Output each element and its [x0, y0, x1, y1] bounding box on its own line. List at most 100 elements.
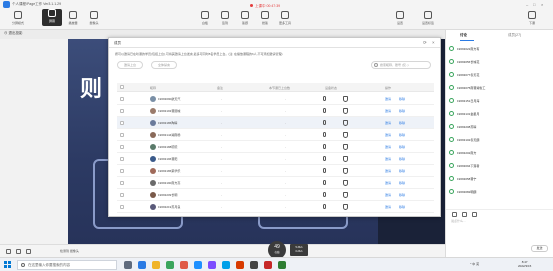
invite-link[interactable]: 邀请 — [385, 133, 391, 137]
camera-status-icon[interactable] — [343, 120, 348, 126]
invite-link[interactable]: 邀请 — [385, 193, 391, 197]
windows-start-icon[interactable] — [4, 261, 11, 268]
remove-link[interactable]: 移除 — [399, 121, 405, 125]
remove-link[interactable]: 移除 — [399, 145, 405, 149]
microphone-icon[interactable] — [323, 168, 326, 173]
emoji-icon[interactable] — [452, 212, 457, 217]
tool-split-screen[interactable]: 分屏模式 — [8, 11, 28, 25]
tool-settings[interactable]: 设置 — [390, 11, 410, 25]
list-item[interactable]: 19693131金星月 — [449, 109, 551, 119]
list-item[interactable]: 19693151日月海 — [449, 96, 551, 106]
list-item[interactable]: 19693077冬天花 — [449, 70, 551, 80]
tool-more[interactable]: 更多工具 — [275, 11, 295, 25]
minimize-icon[interactable]: – — [526, 2, 528, 7]
camera-status-icon[interactable] — [343, 96, 348, 102]
invite-stage-button[interactable]: 邀请上台 — [117, 61, 143, 69]
taskbar-search-input[interactable]: 在这里输入你要搜索的内容 — [17, 260, 117, 270]
select-all-checkbox[interactable] — [120, 85, 124, 89]
microphone-icon[interactable] — [323, 120, 326, 125]
list-item[interactable]: 19693075南晋湖省工 — [449, 83, 551, 93]
row-checkbox[interactable] — [120, 169, 124, 173]
row-checkbox[interactable] — [120, 205, 124, 209]
camera-status-icon[interactable] — [343, 180, 348, 186]
list-item[interactable]: 19693022南方有 — [449, 44, 551, 54]
list-item[interactable]: 19693056长城花 — [449, 57, 551, 67]
tool-camera[interactable]: 摄像头 — [84, 11, 104, 25]
tool-tag[interactable]: 设置标签 — [418, 11, 438, 25]
close-icon[interactable]: × — [541, 2, 543, 7]
app-icon[interactable] — [180, 261, 188, 269]
remove-link[interactable]: 移除 — [399, 97, 405, 101]
chat-input[interactable]: 说点什么… — [451, 219, 549, 241]
app-icon[interactable] — [264, 261, 272, 269]
tool-quiz[interactable]: 答题 — [235, 11, 255, 25]
microphone-icon[interactable] — [323, 192, 326, 197]
list-item[interactable]: 19693058晋宁 — [449, 174, 551, 184]
wechat-icon[interactable] — [166, 261, 174, 269]
microphone-icon[interactable] — [323, 144, 326, 149]
tool-player[interactable]: 播放器 — [63, 11, 83, 25]
camera-status-icon[interactable] — [343, 144, 348, 150]
taskbar-clock[interactable]: 8:47 2022/3/15 — [518, 260, 531, 268]
remove-link[interactable]: 移除 — [399, 157, 405, 161]
invite-link[interactable]: 邀请 — [385, 121, 391, 125]
tool-rush-answer[interactable]: 抢答 — [255, 11, 275, 25]
mute-all-button[interactable]: 全体禁言 — [151, 61, 177, 69]
invite-link[interactable]: 邀请 — [385, 97, 391, 101]
list-item[interactable]: 19693102冬天朗 — [449, 135, 551, 145]
microphone-icon[interactable] — [323, 156, 326, 161]
tool-signin[interactable]: 签到 — [215, 11, 235, 25]
maximize-icon[interactable]: □ — [533, 2, 535, 7]
browser-icon[interactable] — [194, 261, 202, 269]
task-view-icon[interactable] — [124, 261, 132, 269]
system-tray[interactable]: ^ 中 英 — [470, 262, 479, 266]
camera-status-icon[interactable] — [343, 132, 348, 138]
camera-status-icon[interactable] — [343, 192, 348, 198]
row-checkbox[interactable] — [120, 109, 124, 113]
tab-members[interactable]: 成员(27) — [508, 33, 521, 38]
app-icon[interactable] — [222, 261, 230, 269]
invite-link[interactable]: 邀请 — [385, 181, 391, 185]
row-checkbox[interactable] — [120, 121, 124, 125]
invite-link[interactable]: 邀请 — [385, 169, 391, 173]
camera-status-icon[interactable] — [343, 108, 348, 114]
remove-link[interactable]: 移除 — [399, 193, 405, 197]
image-icon[interactable] — [472, 212, 477, 217]
remove-link[interactable]: 移除 — [399, 109, 405, 113]
edge-icon[interactable] — [138, 261, 146, 269]
remove-link[interactable]: 移除 — [399, 133, 405, 137]
speaker-icon[interactable] — [16, 249, 21, 254]
camera-status-icon[interactable] — [343, 168, 348, 174]
invite-link[interactable]: 邀请 — [385, 109, 391, 113]
list-item[interactable]: 19693208苏晴 — [449, 122, 551, 132]
row-checkbox[interactable] — [120, 133, 124, 137]
camera-status-icon[interactable] — [343, 204, 348, 210]
app-icon[interactable] — [278, 261, 286, 269]
tool-end-class[interactable]: 下课 — [522, 11, 542, 25]
invite-link[interactable]: 邀请 — [385, 145, 391, 149]
app-icon[interactable] — [208, 261, 216, 269]
exit-projection-button[interactable]: ⊖ 退出投影 — [4, 31, 22, 36]
tool-screen[interactable]: 屏幕 — [42, 9, 62, 26]
dialog-close-icon[interactable]: × — [432, 40, 435, 45]
microphone-icon[interactable] — [6, 249, 11, 254]
send-button[interactable]: 发送 — [531, 245, 548, 252]
explorer-icon[interactable] — [152, 261, 160, 269]
tab-discussion[interactable]: 讨论 — [460, 33, 467, 38]
tool-whiteboard[interactable]: 白板 — [195, 11, 215, 25]
row-checkbox[interactable] — [120, 193, 124, 197]
list-item[interactable]: 19693082明朗 — [449, 187, 551, 197]
row-checkbox[interactable] — [120, 157, 124, 161]
camera-toggle-icon[interactable] — [26, 249, 31, 254]
list-item[interactable]: 19693094下落者 — [449, 161, 551, 171]
remove-link[interactable]: 移除 — [399, 169, 405, 173]
microphone-icon[interactable] — [323, 204, 326, 209]
member-search-input[interactable]: 搜索昵称、账号 (仅..) — [371, 61, 431, 69]
office-icon[interactable] — [236, 261, 244, 269]
app-icon[interactable] — [250, 261, 258, 269]
row-checkbox[interactable] — [120, 145, 124, 149]
invite-link[interactable]: 邀请 — [385, 205, 391, 209]
invite-link[interactable]: 邀请 — [385, 157, 391, 161]
scissors-icon[interactable] — [462, 212, 467, 217]
remove-link[interactable]: 移除 — [399, 205, 405, 209]
